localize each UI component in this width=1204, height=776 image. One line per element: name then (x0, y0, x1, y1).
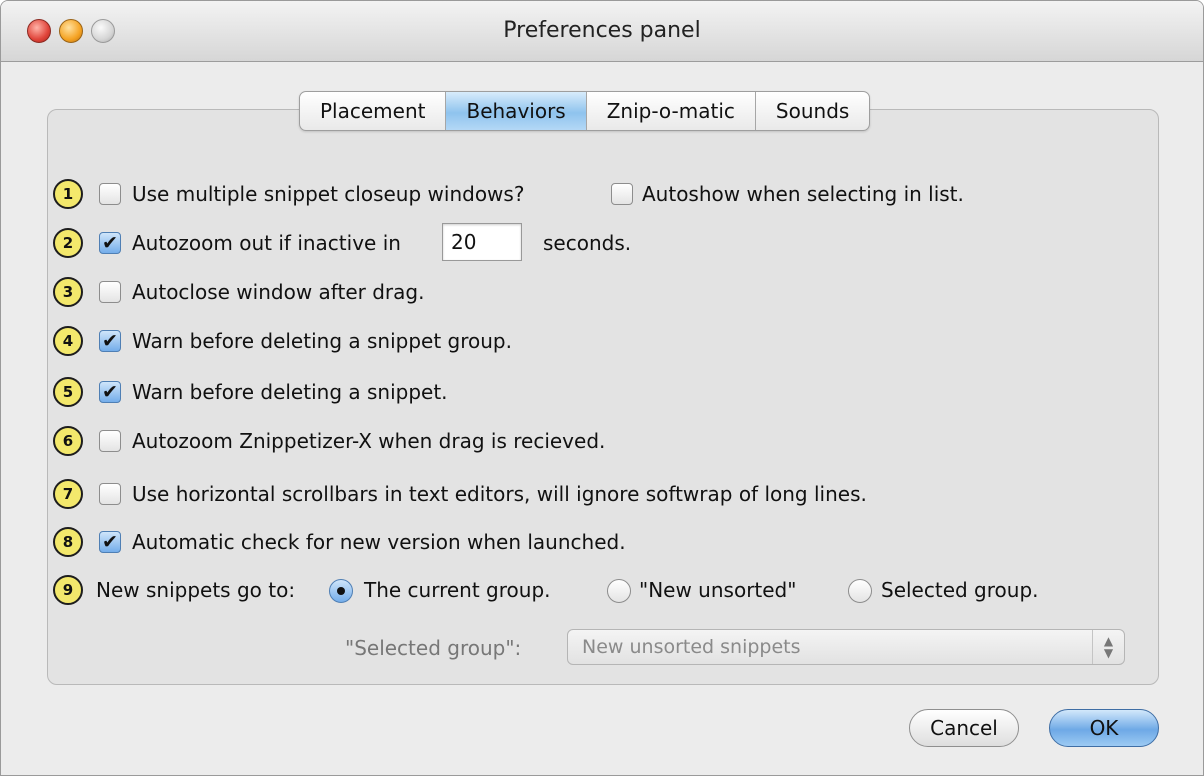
step-badge-6: 6 (53, 426, 83, 456)
step-badge-7: 7 (53, 479, 83, 509)
step-badge-2: 2 (53, 228, 83, 258)
autoclose-window-label: Autoclose window after drag. (132, 280, 425, 304)
tab-znip-o-matic[interactable]: Znip-o-matic (587, 92, 756, 130)
step-badge-9: 9 (53, 575, 83, 605)
autozoom-out-checkbox[interactable]: ✔ (99, 232, 121, 254)
radio-current-group[interactable] (329, 579, 353, 603)
selected-group-popup[interactable]: New unsorted snippets ▲ ▼ (567, 629, 1125, 665)
preferences-window: Preferences panel Placement Behaviors Zn… (0, 0, 1204, 776)
radio-selected-group-label: Selected group. (881, 578, 1039, 602)
title-bar[interactable]: Preferences panel (1, 1, 1203, 62)
step-badge-4: 4 (53, 326, 83, 356)
warn-delete-snippet-checkbox[interactable]: ✔ (99, 381, 121, 403)
selected-group-label: "Selected group": (345, 636, 522, 660)
autoshow-checkbox[interactable] (611, 183, 633, 205)
step-badge-8: 8 (53, 527, 83, 557)
radio-new-unsorted-label: "New unsorted" (639, 578, 797, 602)
check-new-version-checkbox[interactable]: ✔ (99, 531, 121, 553)
updown-arrows-icon: ▲ ▼ (1092, 630, 1124, 664)
selected-group-value: New unsorted snippets (582, 636, 801, 658)
warn-delete-group-label: Warn before deleting a snippet group. (132, 329, 512, 353)
autoclose-window-checkbox[interactable] (99, 281, 121, 303)
tab-behaviors[interactable]: Behaviors (446, 92, 587, 130)
radio-new-unsorted[interactable] (607, 579, 631, 603)
preferences-tabs: Placement Behaviors Znip-o-matic Sounds (299, 91, 871, 131)
window-title: Preferences panel (503, 18, 701, 43)
autozoom-on-drag-checkbox[interactable] (99, 430, 121, 452)
ok-button[interactable]: OK (1049, 709, 1159, 747)
autozoom-seconds-input[interactable]: 20 (442, 223, 522, 261)
cancel-button[interactable]: Cancel (909, 709, 1019, 747)
autoshow-label: Autoshow when selecting in list. (642, 182, 964, 206)
autozoom-on-drag-label: Autozoom Znippetizer-X when drag is reci… (132, 429, 606, 453)
check-new-version-label: Automatic check for new version when lau… (132, 530, 626, 554)
radio-selected-group[interactable] (848, 579, 872, 603)
step-badge-1: 1 (53, 179, 83, 209)
seconds-label: seconds. (543, 231, 632, 255)
horizontal-scrollbars-label: Use horizontal scrollbars in text editor… (132, 482, 867, 506)
tab-placement[interactable]: Placement (300, 92, 447, 130)
multiple-closeup-windows-checkbox[interactable] (99, 183, 121, 205)
new-snippets-go-to-label: New snippets go to: (96, 578, 296, 602)
multiple-closeup-windows-label: Use multiple snippet closeup windows? (132, 182, 525, 206)
radio-current-group-label: The current group. (364, 578, 551, 602)
step-badge-5: 5 (53, 377, 83, 407)
autozoom-out-label: Autozoom out if inactive in (132, 231, 401, 255)
warn-delete-group-checkbox[interactable]: ✔ (99, 330, 121, 352)
horizontal-scrollbars-checkbox[interactable] (99, 483, 121, 505)
step-badge-3: 3 (53, 277, 83, 307)
tab-sounds[interactable]: Sounds (756, 92, 869, 130)
warn-delete-snippet-label: Warn before deleting a snippet. (132, 380, 448, 404)
